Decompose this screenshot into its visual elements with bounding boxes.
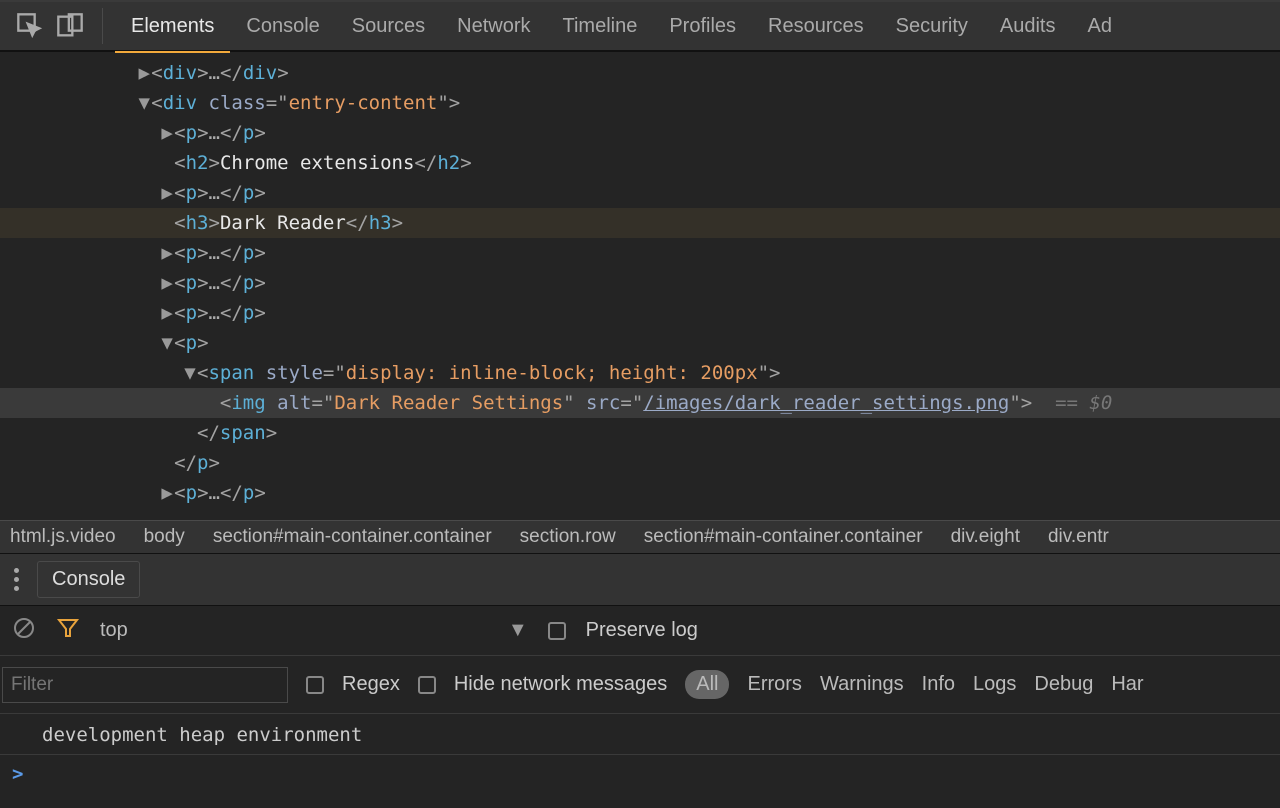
crumb[interactable]: section.row bbox=[520, 526, 616, 548]
tab-timeline[interactable]: Timeline bbox=[547, 2, 654, 51]
crumb[interactable]: body bbox=[144, 526, 185, 548]
regex-checkbox[interactable] bbox=[306, 676, 324, 694]
tab-more[interactable]: Ad bbox=[1072, 2, 1128, 51]
tab-security[interactable]: Security bbox=[880, 2, 984, 51]
filter-icon[interactable] bbox=[56, 616, 80, 646]
tab-elements[interactable]: Elements bbox=[115, 2, 230, 51]
crumb[interactable]: div.entr bbox=[1048, 526, 1109, 548]
context-selector[interactable]: top bbox=[100, 619, 128, 642]
tab-network[interactable]: Network bbox=[441, 2, 546, 51]
device-toggle-icon[interactable] bbox=[56, 12, 84, 40]
crumb[interactable]: html.js.video bbox=[10, 526, 116, 548]
crumb[interactable]: section#main-container.container bbox=[213, 526, 492, 548]
separator bbox=[102, 8, 103, 44]
hide-network-label: Hide network messages bbox=[454, 673, 667, 696]
devtools-toolbar: Elements Console Sources Network Timelin… bbox=[0, 0, 1280, 52]
chevron-down-icon[interactable]: ▼ bbox=[508, 619, 528, 642]
preserve-log-label: Preserve log bbox=[586, 619, 698, 642]
preserve-log-checkbox[interactable] bbox=[548, 622, 566, 640]
inspect-icon[interactable] bbox=[16, 12, 44, 40]
level-info[interactable]: Info bbox=[922, 673, 955, 696]
hide-network-checkbox[interactable] bbox=[418, 676, 436, 694]
console-toolbar: top ▼ Preserve log bbox=[0, 606, 1280, 656]
console-filter-bar: Regex Hide network messages All Errors W… bbox=[0, 656, 1280, 714]
crumb[interactable]: section#main-container.container bbox=[644, 526, 923, 548]
drawer-tab-console[interactable]: Console bbox=[37, 561, 140, 598]
tab-console[interactable]: Console bbox=[230, 2, 335, 51]
level-warnings[interactable]: Warnings bbox=[820, 673, 904, 696]
kebab-menu-icon[interactable] bbox=[14, 568, 19, 591]
level-all[interactable]: All bbox=[685, 670, 729, 699]
tab-profiles[interactable]: Profiles bbox=[653, 2, 752, 51]
regex-label: Regex bbox=[342, 673, 400, 696]
crumb[interactable]: div.eight bbox=[951, 526, 1020, 548]
filter-input[interactable] bbox=[2, 667, 288, 703]
drawer-header: Console bbox=[0, 554, 1280, 606]
tab-resources[interactable]: Resources bbox=[752, 2, 880, 51]
tab-sources[interactable]: Sources bbox=[336, 2, 441, 51]
selected-dom-node[interactable]: <img alt="Dark Reader Settings" src="/im… bbox=[0, 388, 1280, 418]
console-input[interactable]: > bbox=[0, 755, 1280, 793]
clear-console-icon[interactable] bbox=[12, 616, 36, 646]
level-debug[interactable]: Debug bbox=[1034, 673, 1093, 696]
level-logs[interactable]: Logs bbox=[973, 673, 1016, 696]
level-errors[interactable]: Errors bbox=[747, 673, 801, 696]
tab-audits[interactable]: Audits bbox=[984, 2, 1072, 51]
breadcrumb[interactable]: html.js.video body section#main-containe… bbox=[0, 520, 1280, 554]
elements-dom-tree[interactable]: ▶<div>…</div> ▼<div class="entry-content… bbox=[0, 52, 1280, 520]
level-overflow[interactable]: Har bbox=[1111, 673, 1143, 696]
console-message: development heap environment bbox=[0, 714, 1280, 755]
